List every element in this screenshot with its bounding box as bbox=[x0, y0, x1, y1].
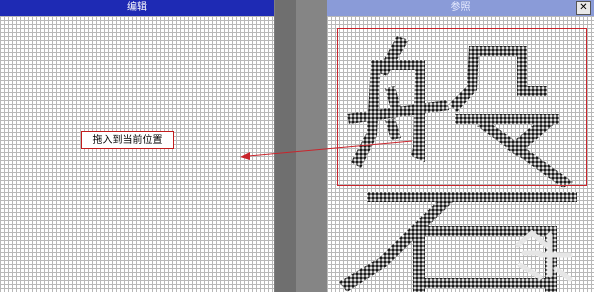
divider-stripe bbox=[275, 0, 296, 292]
close-icon: ✕ bbox=[579, 2, 588, 13]
selection-rectangle[interactable] bbox=[337, 28, 587, 186]
editor-title: 编辑 bbox=[127, 2, 147, 13]
right-edge bbox=[594, 0, 600, 295]
close-button[interactable]: ✕ bbox=[576, 1, 591, 15]
insert-position-label: 拖入到当前位置 bbox=[81, 131, 174, 149]
editor-title-bar: 编辑 bbox=[0, 0, 274, 16]
watermark-logo-icon bbox=[515, 229, 573, 282]
reference-title-bar: 参照 ✕ bbox=[327, 0, 594, 16]
reference-title: 参照 bbox=[450, 2, 471, 13]
insert-position-text: 拖入到当前位置 bbox=[92, 135, 163, 146]
editor-canvas[interactable] bbox=[0, 16, 274, 292]
